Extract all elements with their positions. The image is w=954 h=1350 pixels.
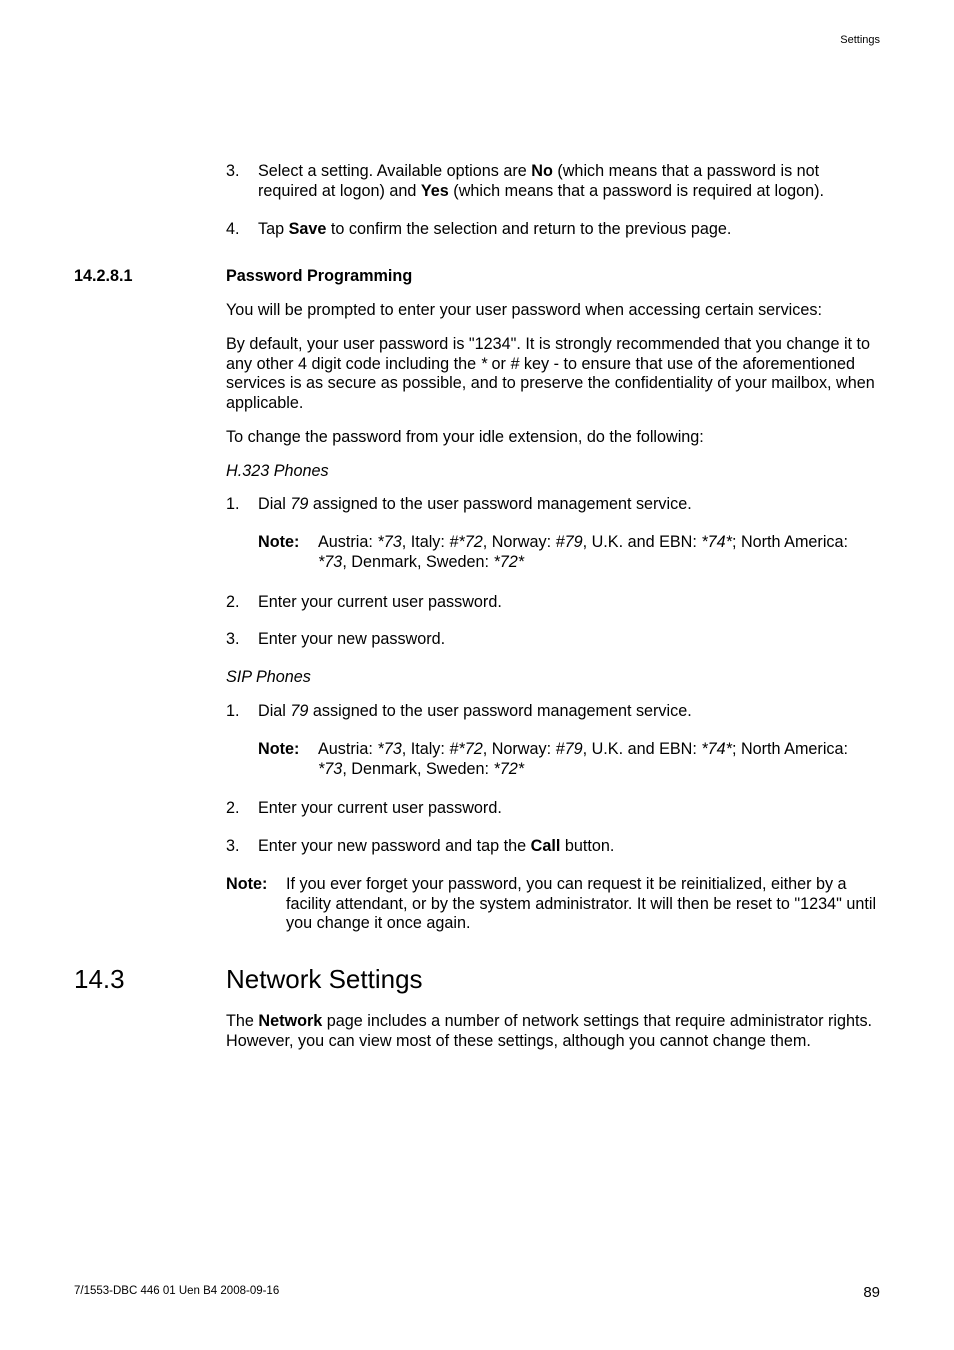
page: Settings 3. Select a setting. Available … (0, 0, 954, 1350)
dial-code: 79 (290, 702, 308, 720)
sip-step-2: 2. Enter your current user password. (226, 799, 880, 819)
t: (which means that a password is required… (449, 182, 824, 200)
t: Enter your new password and tap the (258, 837, 531, 855)
code: *73 (318, 553, 342, 571)
sip-note: Note: Austria: *73, Italy: #*72, Norway:… (258, 740, 880, 780)
paragraph: To change the password from your idle ex… (226, 428, 880, 448)
t: Select a setting. Available options are (258, 162, 531, 180)
code: *73 (377, 533, 401, 551)
section-title: Network Settings (226, 964, 423, 996)
step-number: 4. (226, 220, 258, 240)
paragraph: By default, your user password is "1234"… (226, 335, 880, 414)
step-text: Enter your new password. (258, 630, 880, 650)
sip-step-3: 3. Enter your new password and tap the C… (226, 837, 880, 857)
section-14-2-8-1: 14.2.8.1 Password Programming (74, 267, 880, 287)
h323-step-1: 1. Dial 79 assigned to the user password… (226, 495, 880, 515)
t: , U.K. and EBN: (583, 533, 702, 551)
dial-code: 79 (290, 495, 308, 513)
step-4: 4. Tap Save to confirm the selection and… (226, 220, 880, 240)
code: *74* (701, 740, 732, 758)
footer-left: 7/1553-DBC 446 01 Uen B4 2008-09-16 (74, 1284, 279, 1302)
t: , Denmark, Sweden: (342, 553, 493, 571)
t: ; North America: (732, 533, 848, 551)
t: Tap (258, 220, 289, 238)
h323-step-2: 2. Enter your current user password. (226, 593, 880, 613)
t: The (226, 1012, 258, 1030)
t: assigned to the user password management… (308, 702, 691, 720)
word-save: Save (289, 220, 327, 238)
t: , Norway: (483, 533, 556, 551)
t: , Norway: (483, 740, 556, 758)
content: 3. Select a setting. Available options a… (74, 162, 880, 1051)
code: #79 (556, 740, 583, 758)
section-number: 14.2.8.1 (74, 267, 226, 287)
note-text: If you ever forget your password, you ca… (286, 875, 880, 934)
subhead-h323: H.323 Phones (226, 462, 880, 482)
step-number: 3. (226, 837, 258, 857)
code: *72* (493, 553, 524, 571)
code: *74* (701, 533, 732, 551)
header-right: Settings (840, 34, 880, 47)
step-text: Select a setting. Available options are … (258, 162, 880, 202)
code: *73 (377, 740, 401, 758)
t: to confirm the selection and return to t… (326, 220, 731, 238)
step-number: 2. (226, 799, 258, 819)
t: Austria: (318, 533, 377, 551)
note-label: Note: (226, 875, 286, 934)
step-text: Tap Save to confirm the selection and re… (258, 220, 880, 240)
t: assigned to the user password management… (308, 495, 691, 513)
t: Dial (258, 702, 290, 720)
code: *72* (493, 760, 524, 778)
section-number: 14.3 (74, 964, 226, 996)
t: page includes a number of network settin… (226, 1012, 872, 1050)
word-call: Call (531, 837, 561, 855)
word-no: No (531, 162, 553, 180)
section-14-3: 14.3 Network Settings (74, 964, 880, 996)
h323-note: Note: Austria: *73, Italy: #*72, Norway:… (258, 533, 880, 573)
t: Dial (258, 495, 290, 513)
note-text: Austria: *73, Italy: #*72, Norway: #79, … (318, 740, 880, 780)
subhead-sip: SIP Phones (226, 668, 880, 688)
final-note: Note: If you ever forget your password, … (226, 875, 880, 934)
step-text: Dial 79 assigned to the user password ma… (258, 495, 880, 515)
step-number: 1. (226, 495, 258, 515)
step-number: 3. (226, 162, 258, 202)
t: or (487, 355, 510, 373)
step-text: Dial 79 assigned to the user password ma… (258, 702, 880, 722)
step-number: 2. (226, 593, 258, 613)
step-text: Enter your current user password. (258, 593, 880, 613)
t: , Denmark, Sweden: (342, 760, 493, 778)
footer: 7/1553-DBC 446 01 Uen B4 2008-09-16 89 (74, 1284, 880, 1302)
paragraph: The Network page includes a number of ne… (226, 1012, 880, 1052)
page-number: 89 (863, 1284, 880, 1302)
note-label: Note: (258, 740, 318, 780)
paragraph: You will be prompted to enter your user … (226, 301, 880, 321)
sip-step-1: 1. Dial 79 assigned to the user password… (226, 702, 880, 722)
step-text: Enter your new password and tap the Call… (258, 837, 880, 857)
t: ; North America: (732, 740, 848, 758)
code: #*72 (449, 740, 482, 758)
code: #79 (556, 533, 583, 551)
section-title: Password Programming (226, 267, 880, 287)
t: , Italy: (402, 740, 450, 758)
t: , U.K. and EBN: (583, 740, 702, 758)
section-body-14-3: The Network page includes a number of ne… (226, 1012, 880, 1052)
word-yes: Yes (421, 182, 449, 200)
note-text: Austria: *73, Italy: #*72, Norway: #79, … (318, 533, 880, 573)
code: *73 (318, 760, 342, 778)
steps-continued: 3. Select a setting. Available options a… (226, 162, 880, 239)
step-number: 3. (226, 630, 258, 650)
step-3: 3. Select a setting. Available options a… (226, 162, 880, 202)
code: #*72 (449, 533, 482, 551)
h323-step-3: 3. Enter your new password. (226, 630, 880, 650)
t: Austria: (318, 740, 377, 758)
t: , Italy: (402, 533, 450, 551)
step-number: 1. (226, 702, 258, 722)
t: button. (560, 837, 614, 855)
section-body: You will be prompted to enter your user … (226, 301, 880, 934)
step-text: Enter your current user password. (258, 799, 880, 819)
word-network: Network (258, 1012, 322, 1030)
note-label: Note: (258, 533, 318, 573)
